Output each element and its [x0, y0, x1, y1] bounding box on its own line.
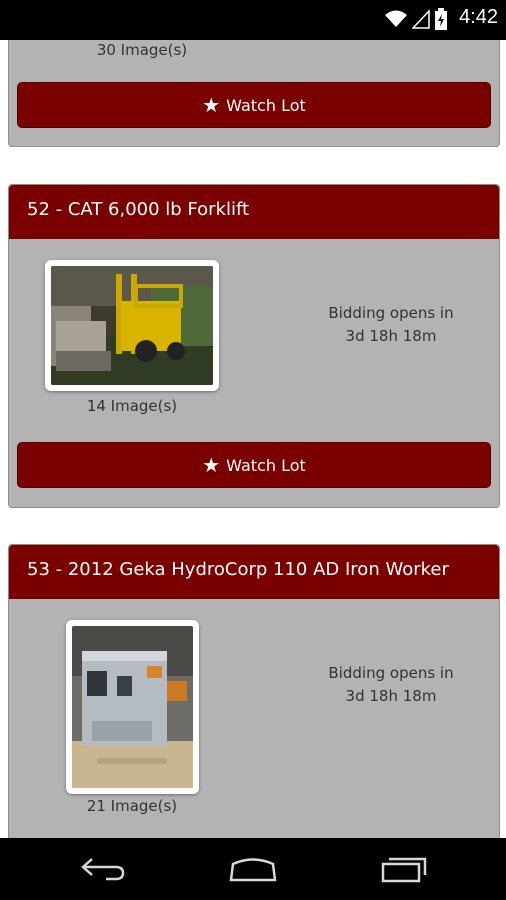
- image-count: 30 Image(s): [96, 41, 188, 59]
- wifi-icon: [385, 10, 407, 27]
- bidding-label: Bidding opens in: [328, 664, 454, 682]
- image-count: 14 Image(s): [86, 397, 178, 415]
- lot-thumbnail[interactable]: [45, 260, 219, 391]
- lot-card: 30 Image(s) ★ Watch Lot: [8, 40, 500, 147]
- watch-lot-label: Watch Lot: [226, 455, 306, 475]
- battery-icon: [435, 8, 447, 30]
- home-icon: [229, 858, 277, 882]
- navigation-bar: [0, 838, 506, 900]
- back-button[interactable]: [73, 852, 133, 886]
- watch-lot-button[interactable]: ★ Watch Lot: [17, 442, 491, 488]
- lot-card: 52 - CAT 6,000 lb Forklift 14 Image(s) B…: [8, 184, 500, 508]
- recents-button[interactable]: [374, 852, 434, 886]
- lot-title[interactable]: 53 - 2012 Geka HydroCorp 110 AD Iron Wor…: [9, 545, 499, 599]
- lot-card: 53 - 2012 Geka HydroCorp 110 AD Iron Wor…: [8, 544, 500, 838]
- iron-worker-image: [72, 626, 193, 788]
- image-count: 21 Image(s): [86, 797, 178, 815]
- bidding-status: Bidding opens in 3d 18h 18m: [291, 662, 491, 708]
- watch-lot-button[interactable]: ★ Watch Lot: [17, 82, 491, 128]
- bidding-label: Bidding opens in: [328, 304, 454, 322]
- home-button[interactable]: [223, 852, 283, 886]
- bidding-countdown: 3d 18h 18m: [345, 327, 437, 345]
- back-icon: [81, 858, 125, 881]
- status-icons: [384, 8, 448, 30]
- bidding-countdown: 3d 18h 18m: [345, 687, 437, 705]
- lot-list[interactable]: 30 Image(s) ★ Watch Lot 52 - CAT 6,000 l…: [0, 40, 506, 838]
- signal-icon: [412, 9, 430, 29]
- star-icon: ★: [202, 93, 221, 117]
- bidding-status: Bidding opens in 3d 18h 18m: [291, 302, 491, 348]
- lot-thumbnail[interactable]: [66, 620, 199, 794]
- watch-lot-label: Watch Lot: [226, 95, 306, 115]
- status-time: 4:42: [459, 6, 498, 28]
- star-icon: ★: [202, 453, 221, 477]
- forklift-image: [51, 266, 213, 385]
- recents-icon: [381, 857, 427, 883]
- lot-title[interactable]: 52 - CAT 6,000 lb Forklift: [9, 185, 499, 239]
- status-bar: 4:42: [0, 0, 506, 40]
